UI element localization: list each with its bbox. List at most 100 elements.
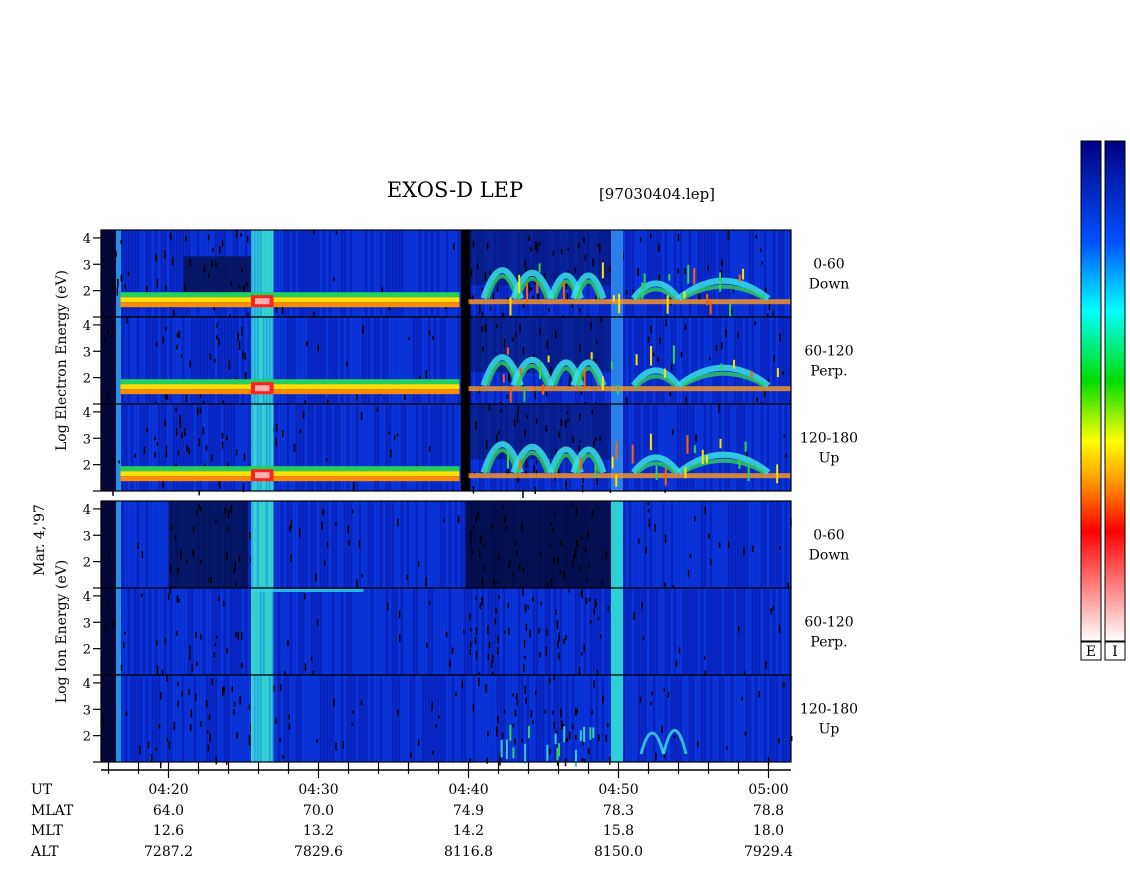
texture-stripe (401, 675, 403, 762)
speckle (597, 616, 600, 621)
panel-electron-1 (100, 316, 792, 412)
speckle (495, 324, 498, 329)
texture-stripe (389, 588, 391, 675)
speckle (164, 419, 166, 427)
speckle (472, 240, 475, 248)
speckle (159, 761, 162, 769)
speckle (512, 572, 515, 577)
speckle (206, 699, 208, 708)
speckle (754, 321, 756, 326)
speckle (164, 638, 167, 645)
texture-stripe (395, 501, 397, 588)
speckle (491, 523, 494, 530)
texture-stripe (485, 588, 487, 675)
band-stripe (266, 501, 268, 588)
speckle (481, 287, 484, 292)
texture-stripe (704, 588, 706, 675)
texture-stripe (509, 675, 511, 762)
speckle (595, 340, 598, 345)
speckle (102, 717, 104, 723)
texture-stripe (284, 588, 286, 675)
speckle (526, 415, 528, 419)
speckle (779, 333, 781, 342)
texture-stripe (626, 501, 628, 588)
speckle (118, 460, 120, 464)
energy-axis-label: Log Electron Energy (eV) (54, 270, 70, 451)
speckle (117, 278, 119, 287)
texture-stripe (374, 588, 376, 675)
texture-stripe (143, 588, 145, 675)
speckle (505, 526, 508, 531)
speckle (599, 436, 601, 442)
speckle (575, 540, 578, 546)
speckle (550, 521, 552, 526)
speckle (205, 445, 208, 451)
speckle (112, 490, 114, 496)
speckle (568, 731, 571, 740)
speckle (519, 563, 521, 571)
texture-stripe (779, 501, 781, 588)
texture-stripe (608, 588, 610, 675)
speckle (594, 437, 597, 441)
dark-region (101, 501, 116, 588)
speckle (496, 727, 498, 737)
speckle (579, 440, 582, 444)
texture-stripe (713, 588, 715, 675)
texture-stripe (323, 588, 325, 675)
texture-stripe (731, 501, 733, 588)
texture-stripe (725, 501, 727, 588)
texture-stripe (371, 675, 373, 762)
texture-stripe (236, 588, 238, 675)
texture-stripe (380, 501, 382, 588)
texture-stripe (689, 675, 691, 762)
speckle (478, 677, 480, 687)
speckle (215, 635, 218, 639)
speckle (594, 599, 597, 609)
speckle (322, 509, 325, 514)
texture-stripe (650, 501, 652, 588)
speckle (658, 243, 660, 252)
flux-spike (610, 361, 613, 370)
speckle (498, 595, 500, 599)
texture-stripe (707, 675, 709, 762)
speckle (174, 535, 177, 541)
speckle (275, 437, 278, 446)
speckle (323, 560, 326, 566)
texture-stripe (758, 588, 760, 675)
speckle (470, 627, 472, 632)
texture-stripe (401, 501, 403, 588)
texture-stripe (686, 501, 688, 588)
pitch-angle-direction: Up (819, 451, 840, 467)
speckle (755, 234, 758, 239)
texture-stripe (314, 675, 316, 762)
speckle (481, 325, 483, 333)
speckle (198, 438, 200, 447)
texture-stripe (668, 588, 670, 675)
speckle (347, 525, 350, 534)
speckle (425, 577, 427, 586)
speckle (514, 332, 517, 338)
texture-stripe (215, 675, 217, 762)
texture-stripe (425, 588, 427, 675)
texture-stripe (293, 675, 295, 762)
speckle (165, 445, 168, 450)
texture-stripe (389, 675, 391, 762)
band-stripe (254, 501, 256, 588)
flux-spike (509, 297, 512, 316)
speckle (534, 486, 536, 495)
texture-stripe (179, 675, 181, 762)
speckle (386, 601, 389, 611)
flux-spike (641, 282, 644, 300)
edge-stripe (116, 675, 121, 762)
speckle (772, 311, 774, 316)
texture-stripe (419, 675, 421, 762)
texture-stripe (203, 675, 205, 762)
speckle (645, 546, 647, 554)
speckle (451, 647, 454, 655)
texture-stripe (278, 501, 280, 588)
speckle (587, 530, 590, 539)
flux-spike (547, 355, 550, 363)
texture-stripe (134, 588, 136, 675)
texture-stripe (344, 675, 346, 762)
texture-stripe (194, 675, 196, 762)
